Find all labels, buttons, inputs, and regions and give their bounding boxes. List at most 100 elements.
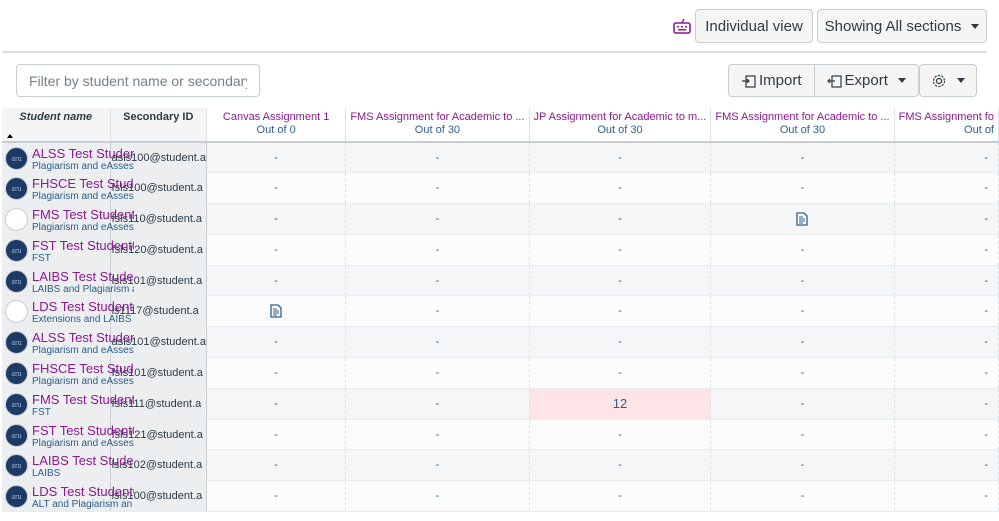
avatar[interactable]: aru: [5, 454, 28, 478]
grade-cell[interactable]: [206, 295, 347, 328]
grade-cell[interactable]: -: [894, 142, 999, 174]
grade-cell[interactable]: -: [345, 172, 530, 205]
grade-cell[interactable]: -: [345, 234, 530, 266]
grade-cell[interactable]: -: [710, 295, 895, 328]
student-name-link[interactable]: FHSCE Test Studen: [32, 176, 134, 191]
grade-cell[interactable]: -: [529, 449, 712, 482]
grade-cell[interactable]: -: [206, 419, 347, 451]
grade-cell[interactable]: -: [529, 480, 712, 513]
avatar[interactable]: aru: [5, 423, 28, 447]
grade-cell[interactable]: -: [529, 265, 712, 297]
student-name-link[interactable]: ALSS Test Student0: [32, 330, 134, 345]
student-filter-input[interactable]: [16, 64, 260, 97]
grade-cell[interactable]: -: [710, 265, 895, 297]
grade-cell[interactable]: -: [345, 388, 530, 420]
avatar[interactable]: [5, 208, 28, 232]
grade-cell[interactable]: -: [206, 142, 347, 174]
export-button[interactable]: Export: [813, 65, 918, 96]
student-name-link[interactable]: FST Test Student01: [32, 238, 134, 253]
grade-cell[interactable]: [710, 203, 895, 235]
grade-cell[interactable]: -: [529, 142, 712, 174]
student-name-link[interactable]: LDS Test Student02: [32, 484, 134, 499]
grade-cell[interactable]: -: [206, 388, 347, 420]
settings-menu-button[interactable]: [919, 64, 977, 97]
grade-cell[interactable]: -: [206, 203, 347, 235]
avatar[interactable]: aru: [5, 147, 28, 170]
assignment-title[interactable]: Canvas Assignment 1: [207, 111, 345, 123]
grade-cell[interactable]: -: [710, 388, 895, 420]
avatar[interactable]: [5, 300, 28, 324]
avatar[interactable]: aru: [5, 392, 28, 416]
grade-cell[interactable]: -: [710, 419, 895, 451]
grade-cell[interactable]: -: [206, 326, 347, 359]
grade-cell[interactable]: -: [894, 388, 999, 420]
assignment-header[interactable]: FMS Assignment fo Out of: [894, 108, 999, 143]
grade-cell[interactable]: -: [894, 419, 999, 451]
grade-cell[interactable]: -: [345, 326, 530, 359]
grade-cell[interactable]: -: [345, 357, 530, 389]
grade-cell[interactable]: -: [529, 357, 712, 389]
grade-cell[interactable]: -: [206, 480, 347, 513]
grade-cell[interactable]: -: [710, 234, 895, 266]
grade-cell[interactable]: -: [345, 480, 530, 513]
assignment-header[interactable]: JP Assignment for Academic to m... Out of…: [529, 108, 712, 143]
grade-cell[interactable]: -: [894, 203, 999, 235]
grade-cell[interactable]: -: [206, 357, 347, 389]
import-button[interactable]: Import: [729, 65, 814, 96]
assignment-header[interactable]: FMS Assignment for Academic to ... Out of…: [345, 108, 530, 143]
grade-cell[interactable]: -: [206, 265, 347, 297]
assignment-title[interactable]: FMS Assignment fo: [895, 111, 998, 123]
grade-cell[interactable]: -: [894, 480, 999, 513]
avatar[interactable]: aru: [5, 485, 28, 509]
student-name-link[interactable]: ALSS Test Student0: [32, 146, 134, 161]
avatar[interactable]: aru: [5, 269, 28, 293]
student-name-link[interactable]: FMS Test Student0: [32, 207, 134, 222]
grade-cell[interactable]: -: [710, 480, 895, 513]
grade-cell[interactable]: -: [894, 295, 999, 328]
grade-cell[interactable]: -: [206, 172, 347, 205]
avatar[interactable]: aru: [5, 331, 28, 355]
grade-cell[interactable]: -: [529, 234, 712, 266]
grade-cell[interactable]: -: [894, 326, 999, 359]
grade-cell[interactable]: -: [345, 203, 530, 235]
grade-cell[interactable]: -: [529, 295, 712, 328]
secondary-id-header[interactable]: Secondary ID: [110, 108, 207, 143]
grade-cell[interactable]: -: [206, 449, 347, 482]
grade-cell[interactable]: -: [529, 172, 712, 205]
grade-cell[interactable]: -: [345, 142, 530, 174]
grade-cell[interactable]: -: [710, 326, 895, 359]
avatar[interactable]: aru: [5, 362, 28, 386]
grade-cell[interactable]: -: [345, 419, 530, 451]
avatar[interactable]: aru: [5, 177, 28, 201]
grade-cell[interactable]: -: [710, 142, 895, 174]
grade-cell[interactable]: -: [206, 234, 347, 266]
assignment-title[interactable]: FMS Assignment for Academic to ...: [346, 111, 528, 123]
individual-view-button[interactable]: Individual view: [695, 9, 813, 43]
grade-cell[interactable]: -: [345, 295, 530, 328]
grade-cell[interactable]: -: [894, 172, 999, 205]
grade-cell[interactable]: -: [894, 265, 999, 297]
sections-filter-dropdown[interactable]: Showing All sections: [817, 9, 987, 43]
student-name-link[interactable]: FST Test Student02: [32, 423, 134, 438]
student-name-link[interactable]: FMS Test Student0: [32, 392, 134, 407]
grade-cell[interactable]: -: [894, 234, 999, 266]
assignment-title[interactable]: FMS Assignment for Academic to ...: [711, 111, 893, 123]
student-name-link[interactable]: LAIBS Test Student: [32, 269, 134, 284]
grade-cell[interactable]: -: [529, 203, 712, 235]
student-name-link[interactable]: FHSCE Test Studen: [32, 361, 134, 376]
keyboard-shortcuts-icon[interactable]: [672, 17, 692, 35]
grade-cell[interactable]: -: [529, 419, 712, 451]
avatar[interactable]: aru: [5, 238, 28, 262]
grade-cell[interactable]: -: [710, 449, 895, 482]
student-name-header[interactable]: Student name: [2, 108, 111, 143]
assignment-header[interactable]: Canvas Assignment 1 Out of 0: [206, 108, 347, 143]
grade-cell[interactable]: -: [894, 357, 999, 389]
assignment-title[interactable]: JP Assignment for Academic to m...: [530, 111, 711, 123]
student-name-link[interactable]: LDS Test Student01: [32, 299, 134, 314]
grade-cell[interactable]: -: [345, 265, 530, 297]
sort-ascending-icon[interactable]: [7, 134, 13, 138]
student-name-link[interactable]: LAIBS Test Student: [32, 453, 134, 468]
grade-cell[interactable]: -: [894, 449, 999, 482]
grade-cell[interactable]: -: [710, 172, 895, 205]
assignment-header[interactable]: FMS Assignment for Academic to ... Out of…: [710, 108, 895, 143]
